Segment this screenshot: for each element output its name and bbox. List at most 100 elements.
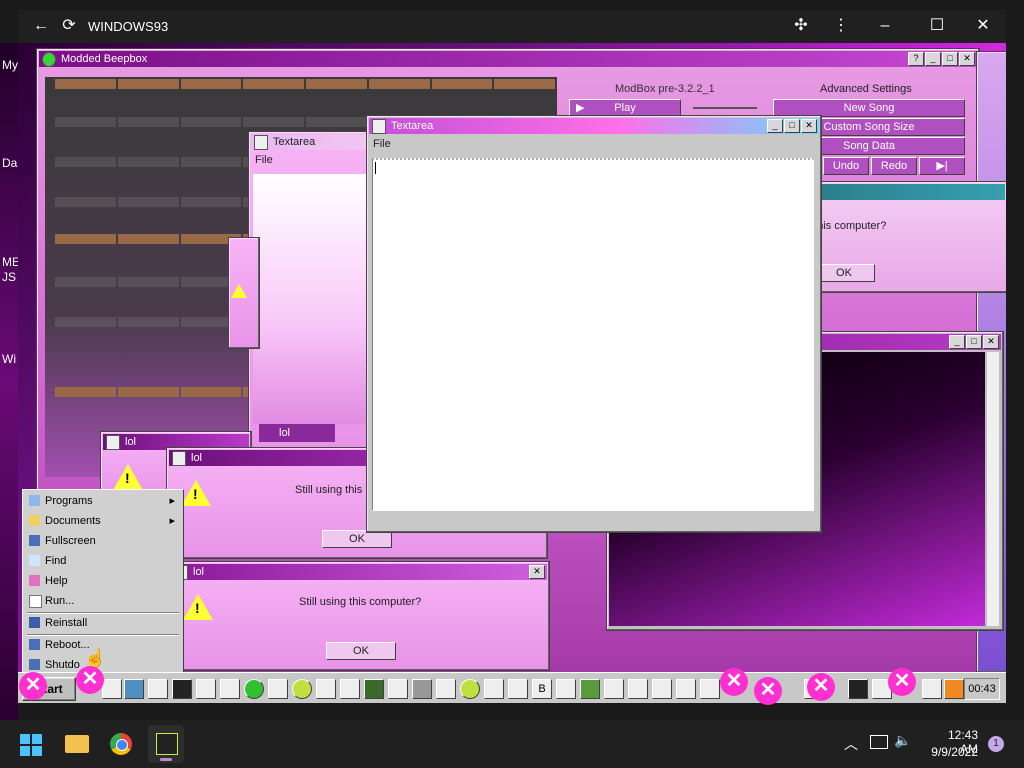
skip-button[interactable]: ▶|: [919, 157, 965, 175]
network-icon[interactable]: [870, 735, 888, 749]
maximize-button[interactable]: □: [942, 52, 958, 66]
close-button[interactable]: ✕: [959, 52, 975, 66]
textarea-main-titlebar[interactable]: Textarea _ □ ✕: [369, 118, 819, 134]
scrollbar[interactable]: [987, 352, 999, 626]
dialog-right: g this computer? OK: [804, 181, 1006, 293]
pink-x-icon[interactable]: ✕: [76, 666, 104, 694]
taskbar-beepbox-icon[interactable]: [244, 679, 264, 699]
taskbar-app-icon[interactable]: [220, 679, 240, 699]
more-menu-icon[interactable]: ⋮: [830, 16, 852, 36]
chrome-icon[interactable]: [110, 733, 132, 755]
volume-icon[interactable]: 🔈: [894, 732, 911, 749]
taskbar-app-icon[interactable]: [484, 679, 504, 699]
taskbar-app-icon[interactable]: [124, 679, 144, 699]
undo-button[interactable]: Undo: [823, 157, 869, 175]
dialog-lol-3-title: lol: [193, 566, 205, 578]
start-menu-run[interactable]: Run...: [27, 592, 179, 610]
start-menu-reinstall[interactable]: Reinstall: [27, 614, 179, 632]
maximize-icon[interactable]: ☐: [926, 16, 948, 36]
pink-x-icon[interactable]: ✕: [754, 677, 782, 705]
rss-icon[interactable]: [944, 679, 964, 699]
taskbar-app-icon[interactable]: [316, 679, 336, 699]
maximize-button[interactable]: □: [784, 119, 800, 133]
pink-x-icon[interactable]: ✕: [720, 668, 748, 696]
puzzle-icon[interactable]: ✣: [790, 16, 812, 36]
redo-button[interactable]: Redo: [871, 157, 917, 175]
close-icon[interactable]: ✕: [972, 16, 994, 36]
beepbox-titlebar[interactable]: Modded Beepbox ? _ □ ✕: [39, 51, 977, 67]
start-menu-find[interactable]: Find: [27, 552, 179, 570]
start-menu-help[interactable]: Help: [27, 572, 179, 590]
dialog-lol-3-titlebar[interactable]: lol ✕: [171, 564, 547, 580]
tray-notepad-icon[interactable]: [922, 679, 942, 699]
taskbar-app-icon[interactable]: [148, 679, 168, 699]
desktop-icon-label[interactable]: Wi: [2, 352, 16, 366]
windows93-app-button[interactable]: [148, 725, 184, 763]
start-menu-programs[interactable]: Programs ▸: [27, 492, 179, 510]
taskbar-b-button[interactable]: B: [532, 679, 552, 699]
taskbar-app-icon[interactable]: [340, 679, 360, 699]
dialog-right-ok-button[interactable]: OK: [813, 264, 875, 282]
taskbar-app-icon[interactable]: [388, 679, 408, 699]
minimize-button[interactable]: _: [925, 52, 941, 66]
taskbar-app-icon[interactable]: [848, 679, 868, 699]
close-button[interactable]: ✕: [801, 119, 817, 133]
chevron-up-icon[interactable]: ︿: [844, 734, 858, 754]
help-button[interactable]: ?: [908, 52, 924, 66]
notification-badge[interactable]: 1: [988, 736, 1004, 752]
menu-label: Help: [45, 575, 68, 587]
dialog-lol-2-title: lol: [191, 452, 203, 464]
menu-label: Shutdo: [45, 659, 80, 671]
back-arrow-icon[interactable]: ←: [30, 16, 52, 36]
close-button[interactable]: ✕: [529, 565, 545, 579]
taskbar-clock-icon[interactable]: [460, 679, 480, 699]
textarea-main-input[interactable]: [372, 158, 814, 511]
dialog-lol-3-ok-button[interactable]: OK: [326, 642, 396, 660]
minimize-button[interactable]: _: [767, 119, 783, 133]
textarea-back-tab[interactable]: lol: [259, 424, 335, 442]
taskbar-app-icon[interactable]: [172, 679, 192, 699]
taskbar-app-icon[interactable]: [102, 679, 122, 699]
start-menu-documents[interactable]: Documents ▸: [27, 512, 179, 530]
pink-x-icon[interactable]: ✕: [19, 672, 47, 700]
pink-x-icon[interactable]: ✕: [807, 673, 835, 701]
help-icon: [29, 575, 40, 586]
desktop-icon-label[interactable]: JS: [2, 270, 16, 284]
taskbar-app-icon[interactable]: [628, 679, 648, 699]
taskbar-app-icon[interactable]: [196, 679, 216, 699]
taskbar-app-icon[interactable]: [268, 679, 288, 699]
desktop-icon-label[interactable]: Da: [2, 156, 17, 170]
refresh-icon[interactable]: ⟳: [58, 16, 80, 36]
taskbar-app-icon[interactable]: [604, 679, 624, 699]
taskbar-clock-icon[interactable]: [292, 679, 312, 699]
maximize-button[interactable]: □: [966, 335, 982, 349]
menu-label: Documents: [45, 515, 101, 527]
file-explorer-icon[interactable]: [65, 735, 89, 753]
minimize-button[interactable]: _: [949, 335, 965, 349]
menu-label: Run...: [45, 595, 75, 607]
system-date[interactable]: 9/9/2022: [928, 745, 978, 759]
windows-start-icon[interactable]: [20, 734, 42, 756]
menu-label: Fullscreen: [45, 535, 96, 547]
partial-dialog: [228, 237, 260, 349]
taskbar-app-icon[interactable]: [412, 679, 432, 699]
start-menu-fullscreen[interactable]: Fullscreen: [27, 532, 179, 550]
close-button[interactable]: ✕: [983, 335, 999, 349]
taskbar-app-icon[interactable]: [676, 679, 696, 699]
dialog-right-titlebar[interactable]: [807, 184, 1005, 200]
taskbar-app-icon[interactable]: [700, 679, 720, 699]
dialog-lol-3-message: Still using this computer?: [299, 596, 422, 608]
taskbar-app-icon[interactable]: [364, 679, 384, 699]
taskbar-app-icon[interactable]: [436, 679, 456, 699]
volume-slider[interactable]: [693, 107, 757, 109]
textarea-main-file-menu[interactable]: File: [367, 136, 821, 152]
taskbar-app-icon[interactable]: [508, 679, 528, 699]
taskbar-app-icon[interactable]: [556, 679, 576, 699]
taskbar-app-icon[interactable]: [652, 679, 672, 699]
taskbar-app-icon[interactable]: [580, 679, 600, 699]
minimize-icon[interactable]: –: [874, 16, 896, 36]
desktop-icon-label[interactable]: My: [2, 58, 18, 72]
programs-icon: [29, 495, 40, 506]
reboot-icon: [29, 639, 40, 650]
pink-x-icon[interactable]: ✕: [888, 668, 916, 696]
